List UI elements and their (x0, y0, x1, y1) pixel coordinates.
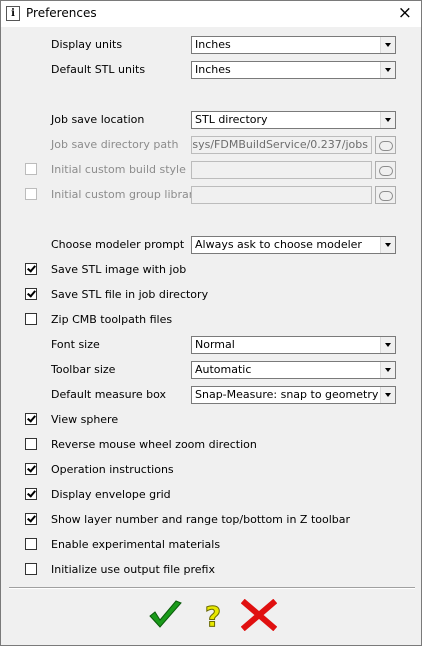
font-size-select[interactable]: Normal (191, 336, 396, 354)
output-prefix-label: Initialize use output file prefix (51, 563, 215, 576)
save-stl-image-label: Save STL image with job (51, 263, 187, 276)
reverse-wheel-label: Reverse mouse wheel zoom direction (51, 438, 257, 451)
display-units-label: Display units (51, 38, 123, 51)
initial-custom-build-style-checkbox[interactable] (25, 163, 37, 175)
output-prefix-checkbox[interactable] (25, 563, 37, 575)
display-units-value: Inches (195, 38, 231, 51)
help-button[interactable]: ? (195, 599, 231, 634)
default-stl-units-value: Inches (195, 63, 231, 76)
job-save-location-label: Job save location (51, 113, 145, 126)
display-envelope-grid-checkbox[interactable] (25, 488, 37, 500)
operation-instructions-checkbox[interactable] (25, 463, 37, 475)
choose-modeler-prompt-label: Choose modeler prompt (51, 238, 185, 251)
browse-button-build-style[interactable] (375, 161, 396, 179)
default-measure-box-label: Default measure box (51, 388, 167, 401)
default-stl-units-select[interactable]: Inches (191, 61, 396, 79)
zip-cmb-checkbox[interactable] (25, 313, 37, 325)
chevron-down-icon[interactable] (380, 362, 395, 378)
font-size-value: Normal (195, 338, 235, 351)
window-title: Preferences (26, 6, 97, 20)
job-save-location-select[interactable]: STL directory (191, 111, 396, 129)
initial-custom-group-library-label: Initial custom group library (51, 188, 200, 201)
job-save-directory-path-label: Job save directory path (51, 138, 179, 151)
save-stl-image-checkbox[interactable] (25, 263, 37, 275)
reverse-wheel-checkbox[interactable] (25, 438, 37, 450)
close-button[interactable]: × (398, 3, 412, 23)
toolbar-size-label: Toolbar size (51, 363, 116, 376)
initial-custom-build-style-field[interactable] (191, 161, 372, 179)
job-save-directory-path-field[interactable]: ratasys/FDMBuildService/0.237/jobs (191, 136, 372, 154)
browse-button-directory[interactable] (375, 136, 396, 154)
preferences-window: i Preferences × Display units Inches Def… (0, 0, 422, 646)
experimental-materials-label: Enable experimental materials (51, 538, 221, 551)
default-measure-box-select[interactable]: Snap-Measure: snap to geometry (191, 386, 396, 404)
chevron-down-icon[interactable] (380, 387, 395, 403)
default-stl-units-label: Default STL units (51, 63, 146, 76)
choose-modeler-prompt-value: Always ask to choose modeler (195, 238, 362, 251)
view-sphere-checkbox[interactable] (25, 413, 37, 425)
chevron-down-icon[interactable] (380, 337, 395, 353)
toolbar-size-select[interactable]: Automatic (191, 361, 396, 379)
display-envelope-grid-label: Display envelope grid (51, 488, 171, 501)
save-stl-file-label: Save STL file in job directory (51, 288, 209, 301)
svg-text:?: ? (205, 600, 221, 631)
initial-custom-group-library-checkbox[interactable] (25, 188, 37, 200)
yellow-question-icon: ? (204, 600, 221, 634)
ok-button[interactable] (147, 599, 183, 631)
font-size-label: Font size (51, 338, 100, 351)
green-checkmark-icon (149, 600, 182, 628)
show-layer-number-label: Show layer number and range top/bottom i… (51, 513, 351, 526)
initial-custom-build-style-label: Initial custom build style (51, 163, 186, 176)
initial-custom-group-library-field[interactable] (191, 186, 372, 204)
default-measure-box-value: Snap-Measure: snap to geometry (195, 388, 379, 401)
view-sphere-label: View sphere (51, 413, 119, 426)
experimental-materials-checkbox[interactable] (25, 538, 37, 550)
cancel-button[interactable] (240, 598, 278, 632)
info-i-icon: i (6, 6, 20, 21)
operation-instructions-label: Operation instructions (51, 463, 174, 476)
zip-cmb-label: Zip CMB toolpath files (51, 313, 173, 326)
title-bar: i Preferences × (1, 1, 421, 27)
choose-modeler-prompt-select[interactable]: Always ask to choose modeler (191, 236, 396, 254)
chevron-down-icon[interactable] (380, 112, 395, 128)
job-save-location-value: STL directory (195, 113, 268, 126)
show-layer-number-checkbox[interactable] (25, 513, 37, 525)
separator (9, 587, 415, 589)
display-units-select[interactable]: Inches (191, 36, 396, 54)
job-save-directory-path-value: ratasys/FDMBuildService/0.237/jobs (192, 138, 368, 151)
toolbar-size-value: Automatic (195, 363, 252, 376)
chevron-down-icon[interactable] (380, 62, 395, 78)
browse-button-group-library[interactable] (375, 186, 396, 204)
chevron-down-icon[interactable] (380, 237, 395, 253)
chevron-down-icon[interactable] (380, 37, 395, 53)
save-stl-file-checkbox[interactable] (25, 288, 37, 300)
red-x-icon (240, 598, 278, 632)
